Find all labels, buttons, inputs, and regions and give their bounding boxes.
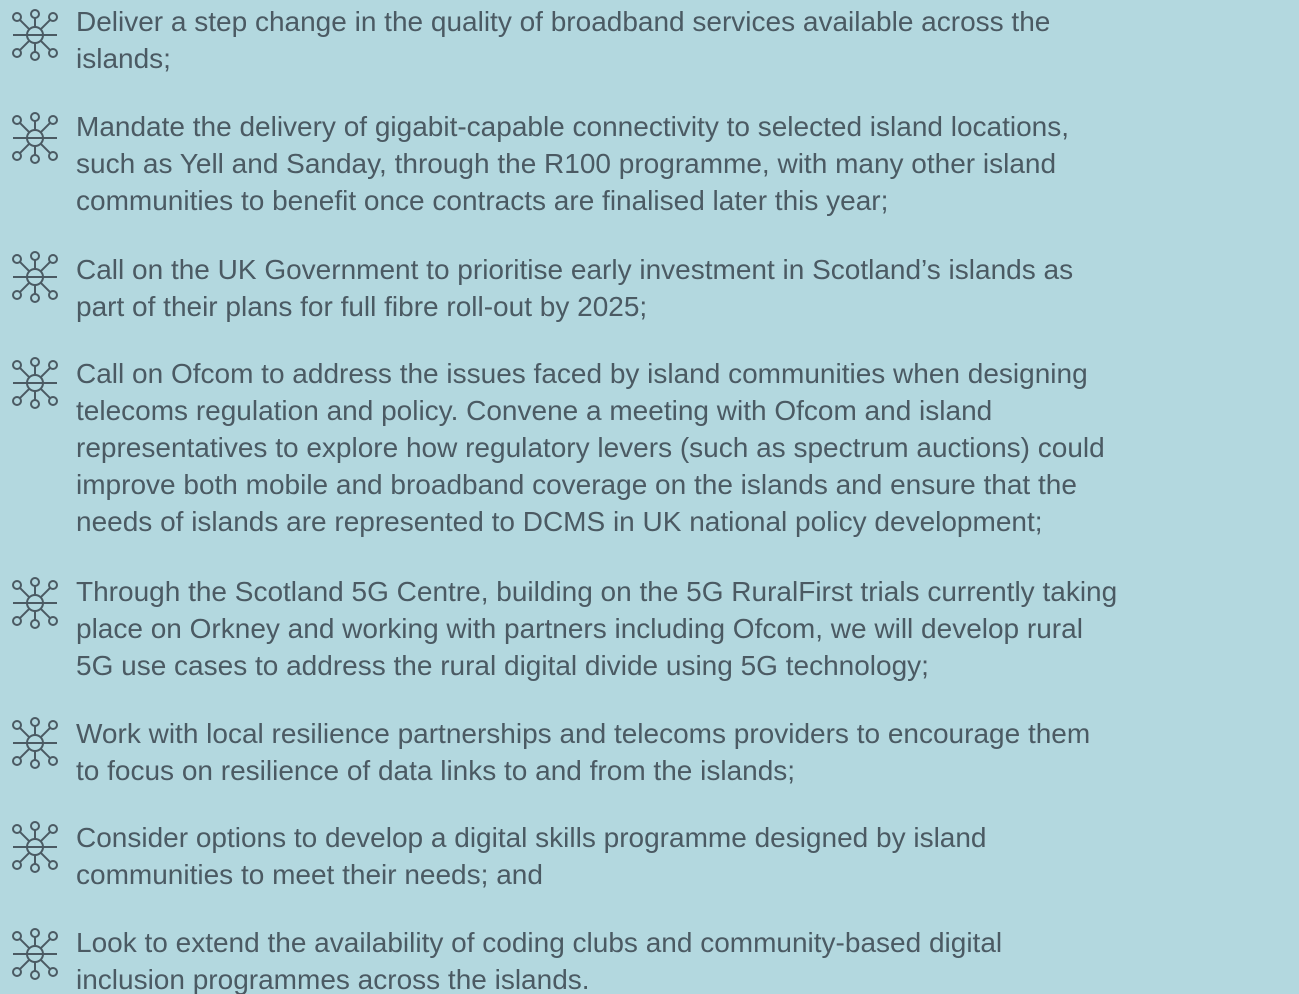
network-node-icon-graphic [12,577,58,629]
network-node-icon-graphic [12,821,58,873]
list-item-text: Mandate the delivery of gigabit-capable … [76,108,1291,219]
text-line: Call on Ofcom to address the issues face… [76,358,1088,389]
text-line: Work with local resilience partnerships … [76,718,1091,749]
network-node-icon-graphic [12,9,58,61]
text-line: communities to benefit once contracts ar… [76,185,889,216]
text-line: part of their plans for full fibre roll-… [76,291,648,322]
list-item-text: Look to extend the availability of codin… [76,924,1291,994]
text-line: improve both mobile and broadband covera… [76,469,1077,500]
network-node-icon [4,717,66,769]
network-node-icon-graphic [12,112,58,164]
network-node-icon [4,112,66,164]
list-item-text: Work with local resilience partnerships … [76,715,1291,789]
network-node-icon [4,357,66,409]
text-line: 5G use cases to address the rural digita… [76,650,929,681]
network-node-icon [4,928,66,980]
network-node-icon [4,251,66,303]
network-node-icon [4,9,66,61]
list-item-text: Through the Scotland 5G Centre, building… [76,573,1291,684]
text-line: communities to meet their needs; and [76,859,543,890]
text-line: Consider options to develop a digital sk… [76,822,987,853]
text-line: needs of islands are represented to DCMS… [76,506,1043,537]
list-item-text: Deliver a step change in the quality of … [76,3,1291,77]
network-node-icon [4,821,66,873]
text-line: Call on the UK Government to prioritise … [76,254,1074,285]
network-node-icon [4,577,66,629]
network-node-icon-graphic [12,928,58,980]
network-node-icon-graphic [12,251,58,303]
text-line: inclusion programmes across the islands. [76,964,590,994]
document-page: Deliver a step change in the quality of … [0,0,1299,994]
list-item-text: Call on Ofcom to address the issues face… [76,355,1291,540]
text-line: such as Yell and Sanday, through the R10… [76,148,1057,179]
text-line: place on Orkney and working with partner… [76,613,1083,644]
text-line: Through the Scotland 5G Centre, building… [76,576,1118,607]
list-item-text: Consider options to develop a digital sk… [76,819,1291,893]
network-node-icon-graphic [12,717,58,769]
text-line: Deliver a step change in the quality of … [76,6,1051,37]
text-line: representatives to explore how regulator… [76,432,1105,463]
text-line: Mandate the delivery of gigabit-capable … [76,111,1070,142]
text-line: Look to extend the availability of codin… [76,927,1003,958]
text-line: telecoms regulation and policy. Convene … [76,395,993,426]
text-line: to focus on resilience of data links to … [76,755,796,786]
list-item-text: Call on the UK Government to prioritise … [76,251,1291,325]
text-line: islands; [76,43,171,74]
network-node-icon-graphic [12,357,58,409]
